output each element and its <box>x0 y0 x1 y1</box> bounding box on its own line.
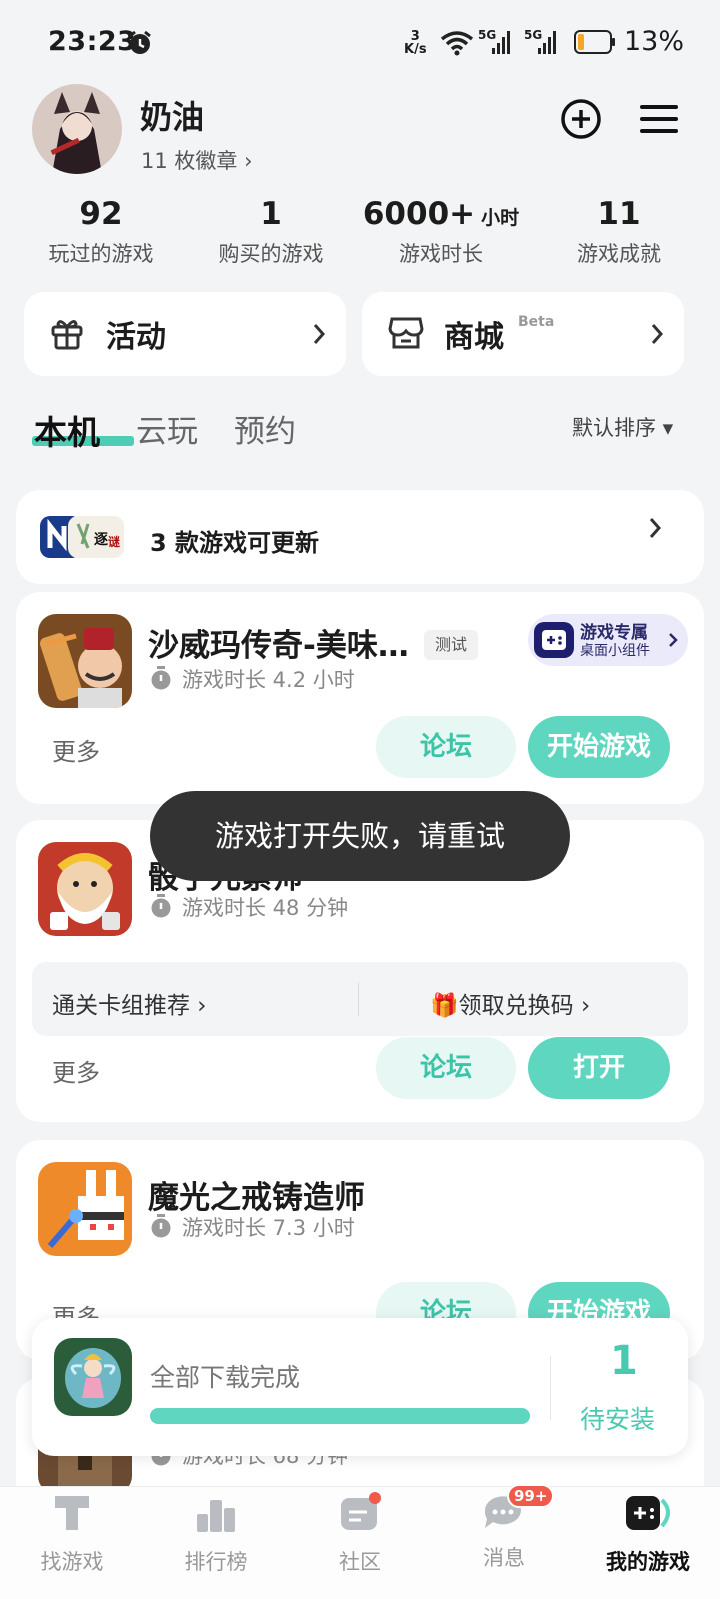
find-games-icon <box>55 1496 89 1530</box>
chevron-right-icon <box>649 518 662 538</box>
nav-mine-label: 我的游戏 <box>606 1550 690 1574</box>
chevron-right-icon <box>651 324 664 344</box>
forum-button[interactable]: 论坛 <box>376 716 516 778</box>
add-icon[interactable] <box>560 98 602 140</box>
gift-icon <box>51 320 83 350</box>
tab-reserve[interactable]: 预约 <box>234 406 296 451</box>
game-icon-shawarma[interactable] <box>38 614 132 708</box>
open-game-button[interactable]: 打开 <box>528 1037 670 1099</box>
playtime-ring-text: 游戏时长 7.3 小时 <box>182 1216 355 1240</box>
update-text: 3 款游戏可更新 <box>150 529 320 557</box>
sim1-label: 5G <box>478 28 497 42</box>
nav-rank-label: 排行榜 <box>184 1550 248 1574</box>
my-games-icon <box>626 1496 670 1530</box>
stat-played[interactable]: 92 玩过的游戏 <box>16 196 186 268</box>
wifi-icon <box>440 31 474 56</box>
nav-community[interactable]: 社区 <box>288 1490 432 1576</box>
battery-percent: 13% <box>624 26 685 57</box>
stat-playtime-unit: 小时 <box>481 207 520 229</box>
stat-playtime[interactable]: 6000+ 小时 游戏时长 <box>356 196 526 268</box>
redeem-code-link[interactable]: 🎁领取兑换码 › <box>430 986 590 1020</box>
game-icon-dice[interactable] <box>38 842 132 936</box>
timer-icon <box>151 1214 171 1238</box>
divider <box>550 1356 551 1420</box>
mall-beta-badge: Beta <box>518 314 555 330</box>
network-speed: 3 K/s <box>404 30 427 56</box>
playtime-shawarma: 游戏时长 4.2 小时 <box>150 664 355 694</box>
messages-badge: 99+ <box>507 1484 555 1508</box>
stat-achievements[interactable]: 11 游戏成就 <box>534 196 704 268</box>
stat-playtime-value: 6000+ <box>362 196 476 232</box>
network-speed-unit: K/s <box>404 42 427 57</box>
divider <box>358 982 359 1016</box>
playtime-ring: 游戏时长 7.3 小时 <box>150 1212 355 1242</box>
tab-cloud[interactable]: 云玩 <box>136 406 198 451</box>
game-title-ring[interactable]: 魔光之戒铸造师 <box>148 1172 365 1217</box>
playtime-dice-text: 游戏时长 48 分钟 <box>182 896 349 920</box>
more-button[interactable]: 更多 <box>52 1053 100 1088</box>
mall-entry[interactable]: 商城 Beta <box>362 292 684 376</box>
sim2-label: 5G <box>524 28 543 42</box>
game-icon-ring[interactable] <box>38 1162 132 1256</box>
start-game-button[interactable]: 开始游戏 <box>528 716 670 778</box>
pending-install-label[interactable]: 待安装 <box>580 1400 655 1436</box>
activity-entry[interactable]: 活动 <box>24 292 346 376</box>
username: 奶油 <box>140 98 205 136</box>
chevron-right-icon <box>313 324 326 344</box>
nav-ranking[interactable]: 排行榜 <box>144 1490 288 1576</box>
stat-achievements-value: 11 <box>597 196 641 232</box>
store-icon <box>388 317 424 349</box>
stat-bought-label: 购买的游戏 <box>218 242 324 266</box>
update-game-icons: 逐 谜 <box>40 514 130 564</box>
timer-icon <box>151 894 171 918</box>
badges-link[interactable]: 11 枚徽章 › <box>141 145 252 175</box>
nav-find-label: 找游戏 <box>40 1550 104 1574</box>
battery-icon <box>574 30 615 54</box>
menu-icon[interactable] <box>640 104 678 134</box>
avatar[interactable] <box>32 84 122 174</box>
svg-text:逐: 逐 <box>94 532 108 548</box>
community-icon <box>341 1492 381 1530</box>
sort-dropdown[interactable]: 默认排序 ▾ <box>572 412 673 442</box>
stat-playtime-label: 游戏时长 <box>399 242 483 266</box>
stat-played-label: 玩过的游戏 <box>48 242 154 266</box>
stat-played-value: 92 <box>79 196 123 232</box>
forum-button[interactable]: 论坛 <box>376 1037 516 1099</box>
gamepad-widget-icon <box>534 622 574 658</box>
signal-sim1-icon: 5G <box>478 28 512 58</box>
tab-local[interactable]: 本机 <box>34 406 100 454</box>
stat-bought[interactable]: 1 购买的游戏 <box>186 196 356 268</box>
stat-bought-value: 1 <box>260 196 282 232</box>
playtime-dice: 游戏时长 48 分钟 <box>150 892 348 922</box>
more-button[interactable]: 更多 <box>52 732 100 767</box>
toast-message: 游戏打开失败，请重试 <box>150 791 570 881</box>
mall-label: 商城 <box>444 320 504 355</box>
ranking-icon <box>197 1500 235 1532</box>
game-title-shawarma[interactable]: 沙威玛传奇-美味… <box>148 620 409 665</box>
svg-text:谜: 谜 <box>108 534 121 549</box>
stat-achievements-label: 游戏成就 <box>577 242 661 266</box>
nav-community-label: 社区 <box>339 1550 381 1574</box>
nav-messages[interactable]: 99+ 消息 <box>432 1484 576 1572</box>
download-status-text: 全部下载完成 <box>150 1363 301 1392</box>
activity-label: 活动 <box>106 320 166 355</box>
deck-recommend-link[interactable]: 通关卡组推荐 › <box>52 986 207 1020</box>
nav-my-games[interactable]: 我的游戏 <box>576 1490 720 1576</box>
signal-sim2-icon: 5G <box>524 28 558 58</box>
download-game-icon <box>54 1338 132 1416</box>
nav-find-games[interactable]: 找游戏 <box>0 1490 144 1576</box>
test-badge: 测试 <box>424 630 478 660</box>
status-time: 23:23 <box>48 26 137 57</box>
alarm-clock-icon <box>129 30 151 54</box>
chevron-right-icon <box>669 633 678 647</box>
timer-icon <box>151 666 171 690</box>
nav-messages-label: 消息 <box>483 1546 525 1570</box>
pending-install-count[interactable]: 1 <box>610 1338 638 1384</box>
playtime-shawarma-text: 游戏时长 4.2 小时 <box>182 668 355 692</box>
widget-promo-subtitle: 桌面小组件 <box>580 643 650 659</box>
download-progress-bar <box>150 1408 530 1424</box>
